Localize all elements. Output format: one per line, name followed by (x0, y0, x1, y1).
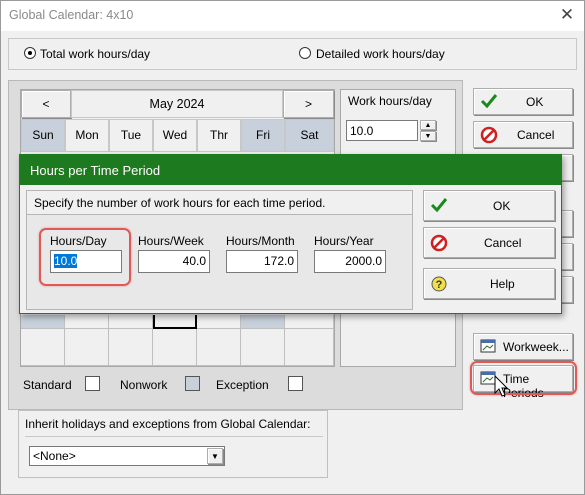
calendar-day-cell[interactable] (65, 329, 109, 366)
dialog-ok-button[interactable]: OK (423, 190, 555, 221)
check-icon (480, 94, 498, 109)
calendar-day-cell[interactable] (109, 315, 153, 329)
calendar-day-cell[interactable] (109, 329, 153, 366)
spin-down-icon[interactable]: ▼ (420, 131, 436, 141)
close-icon[interactable]: ✕ (555, 4, 579, 26)
dialog-help-button[interactable]: ? Help (423, 268, 555, 299)
calendar-day-cell[interactable] (241, 329, 285, 366)
legend-exception-label: Exception (216, 378, 269, 392)
legend-standard-swatch (85, 376, 100, 391)
calendar-day-cell[interactable] (197, 329, 241, 366)
hours-month-input[interactable]: 172.0 (226, 250, 298, 273)
dialog-title: Hours per Time Period (30, 163, 161, 178)
time-periods-highlight (470, 361, 577, 395)
dialog-help-label: Help (490, 277, 515, 291)
month-label: May 2024 (71, 90, 283, 118)
work-hours-label: Work hours/day (348, 94, 432, 108)
hours-month-label: Hours/Month (226, 234, 295, 248)
hours-year-label: Hours/Year (314, 234, 374, 248)
calendar-day-cell[interactable] (285, 329, 334, 366)
chevron-down-icon[interactable]: ▼ (207, 448, 223, 464)
work-hours-input[interactable]: 10.0 (346, 120, 418, 141)
detailed-hours-label: Detailed work hours/day (316, 47, 445, 61)
dialog-instruction: Specify the number of work hours for eac… (34, 196, 326, 210)
total-hours-label: Total work hours/day (40, 47, 151, 61)
hours-week-label: Hours/Week (138, 234, 204, 248)
calendar-day-cell[interactable] (21, 329, 65, 366)
workweek-button[interactable]: Workweek... (473, 333, 573, 360)
window-title: Global Calendar: 4x10 (9, 8, 134, 22)
detailed-hours-radio[interactable] (299, 47, 311, 59)
cancel-icon (430, 234, 448, 252)
calendar-day-cell[interactable] (241, 315, 285, 329)
calendar-day-cell[interactable] (153, 329, 197, 366)
workweek-button-label: Workweek... (503, 340, 569, 354)
calendar-day-cell[interactable] (21, 315, 65, 329)
calendar-icon (480, 339, 496, 353)
ok-button-label: OK (526, 95, 544, 109)
legend-nonwork-label: Nonwork (120, 378, 168, 392)
day-header-tue: Tue (109, 119, 153, 152)
check-icon (430, 198, 448, 213)
day-header-sun: Sun (21, 119, 65, 152)
mouse-pointer-icon (494, 375, 509, 397)
day-header-thr: Thr (197, 119, 241, 152)
calendar-day-cell[interactable] (285, 315, 334, 329)
hours-week-input[interactable]: 40.0 (138, 250, 210, 273)
day-header-sat: Sat (285, 119, 334, 152)
calendar-day-cell[interactable] (153, 315, 197, 329)
day-header-mon: Mon (65, 119, 109, 152)
svg-text:?: ? (436, 279, 443, 291)
prev-month-button[interactable]: < (21, 90, 71, 118)
legend-exception-swatch (288, 376, 303, 391)
day-header-wed: Wed (153, 119, 197, 152)
total-hours-radio[interactable] (24, 47, 36, 59)
day-header-fri: Fri (241, 119, 285, 152)
inherit-calendar-select[interactable]: <None> (29, 446, 225, 466)
cancel-button[interactable]: Cancel (473, 121, 573, 148)
hours-day-highlight (39, 228, 131, 286)
legend-nonwork-swatch (185, 376, 200, 391)
ok-button[interactable]: OK (473, 88, 573, 115)
dialog-cancel-button[interactable]: Cancel (423, 227, 555, 258)
cancel-icon (480, 126, 498, 144)
dialog-ok-label: OK (493, 199, 511, 213)
hours-year-input[interactable]: 2000.0 (314, 250, 386, 273)
calendar-day-cell[interactable] (65, 315, 109, 329)
legend-standard-label: Standard (23, 378, 72, 392)
cancel-button-label: Cancel (517, 128, 555, 142)
dialog-cancel-label: Cancel (484, 236, 522, 250)
inherit-label: Inherit holidays and exceptions from Glo… (25, 417, 311, 431)
calendar-day-cell[interactable] (197, 315, 241, 329)
inherit-divider (25, 436, 323, 437)
next-month-button[interactable]: > (283, 90, 334, 118)
help-icon: ? (431, 276, 447, 292)
spin-up-icon[interactable]: ▲ (420, 120, 436, 130)
